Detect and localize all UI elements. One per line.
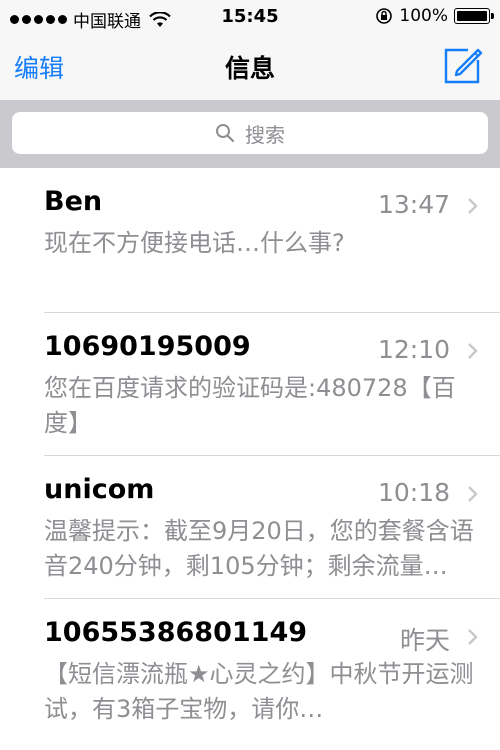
message-time: 13:47 (377, 190, 450, 219)
status-bar: 中国联通 15:45 100% (0, 0, 500, 34)
search-input[interactable]: 搜索 (12, 112, 488, 154)
status-right: 100% (375, 6, 494, 26)
rotation-lock-icon (376, 8, 393, 24)
contact-name: 10690195009 (44, 331, 251, 362)
message-row[interactable]: 10690195009 12:10 您在百度请求的验证码是:480728【百度】 (0, 313, 500, 455)
contact-name: unicom (44, 474, 155, 505)
contact-name: Ben (44, 186, 103, 217)
message-time: 12:10 (377, 335, 450, 364)
message-row[interactable]: Ben 13:47 现在不方便接电话…什么事? (0, 168, 500, 312)
message-time: 昨天 (399, 626, 450, 655)
compose-icon[interactable] (442, 44, 484, 86)
battery-percentage: 100% (399, 6, 448, 26)
message-preview: 现在不方便接电话…什么事? (44, 229, 345, 257)
message-preview: 【短信漂流瓶★心灵之约】中秋节开运测试，有3箱子宝物，请你… (44, 660, 474, 723)
message-row[interactable]: unicom 10:18 温馨提示：截至9月20日，您的套餐含语音240分钟，剩… (0, 456, 500, 598)
chevron-right-icon (468, 198, 478, 214)
search-area: 搜索 (0, 100, 500, 168)
header: 中国联通 15:45 100% 编辑 信息 (0, 0, 500, 100)
message-preview: 您在百度请求的验证码是:480728【百度】 (44, 374, 456, 437)
contact-name: 10655386801149 (44, 617, 308, 648)
chevron-right-icon (468, 343, 478, 359)
search-placeholder: 搜索 (245, 122, 285, 147)
chevron-right-icon (468, 486, 478, 502)
chevron-right-icon (468, 629, 478, 645)
message-preview: 温馨提示：截至9月20日，您的套餐含语音240分钟，剩105分钟；剩余流量… (44, 517, 474, 580)
battery-icon (454, 8, 494, 24)
message-time: 10:18 (377, 478, 450, 507)
message-row[interactable]: 10655386801149 昨天 【短信漂流瓶★心灵之约】中秋节开运测试，有3… (0, 599, 500, 749)
page-title: 信息 (224, 54, 275, 83)
search-icon (216, 124, 235, 143)
